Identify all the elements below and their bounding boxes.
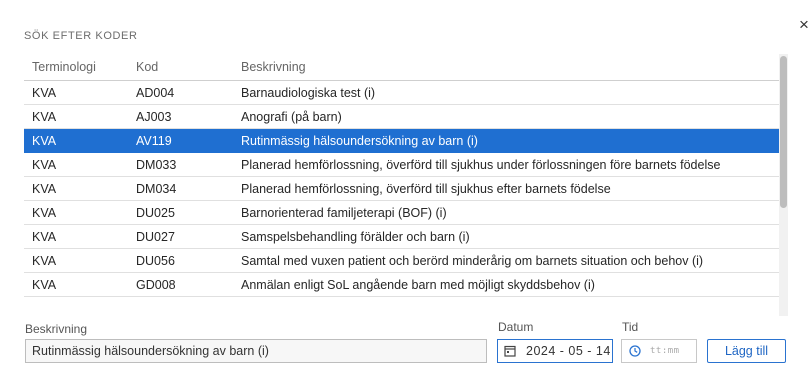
column-header-terminologi[interactable]: Terminologi bbox=[24, 60, 135, 74]
cell-terminologi: KVA bbox=[32, 181, 57, 196]
table-row[interactable]: KVA DU056 Samtal med vuxen patient och ber… bbox=[24, 249, 779, 273]
cell-beskrivning: Rutinmässig hälsoundersökning av barn (i… bbox=[241, 133, 478, 148]
cell-beskrivning: Barnorienterad familjeterapi (BOF) (i) bbox=[241, 205, 447, 220]
cell-kod: AJ003 bbox=[136, 109, 172, 124]
cell-terminologi: KVA bbox=[32, 157, 57, 172]
cell-kod: DM033 bbox=[136, 157, 177, 172]
cell-beskrivning: Planerad hemförlossning, överförd till s… bbox=[241, 181, 611, 196]
cell-beskrivning: Samtal med vuxen patient och berörd mind… bbox=[241, 253, 704, 268]
cell-terminologi: KVA bbox=[32, 109, 57, 124]
cell-terminologi: KVA bbox=[32, 85, 57, 100]
calendar-icon[interactable] bbox=[504, 345, 516, 357]
column-header-beskrivning[interactable]: Beskrivning bbox=[241, 60, 779, 74]
table-row[interactable]: KVA AJ003 Anografi (på barn) bbox=[24, 105, 779, 129]
cell-kod: DU056 bbox=[136, 253, 175, 268]
cell-kod: AD004 bbox=[136, 85, 175, 100]
time-field[interactable]: tt:mm bbox=[621, 339, 697, 363]
cell-terminologi: KVA bbox=[32, 205, 57, 220]
cell-beskrivning: Samspelsbehandling förälder och barn (i) bbox=[241, 229, 470, 244]
table-row[interactable]: KVA GD008 Anmälan enligt SoL angående barn… bbox=[24, 273, 779, 297]
table-row[interactable]: KVA AV119 Rutinmässig hälsoundersökning av… bbox=[24, 129, 779, 153]
description-label: Beskrivning bbox=[25, 322, 88, 336]
description-field[interactable]: Rutinmässig hälsoundersökning av barn (i… bbox=[25, 339, 487, 363]
cell-kod: AV119 bbox=[136, 133, 172, 148]
codes-table: Terminologi Kod Beskrivning KVA AD004 Barn… bbox=[24, 54, 779, 297]
table-row[interactable]: KVA DM034 Planerad hemförlossning, överför… bbox=[24, 177, 779, 201]
date-label: Datum bbox=[498, 320, 534, 334]
cell-terminologi: KVA bbox=[32, 133, 57, 148]
scrollbar-thumb[interactable] bbox=[780, 56, 787, 208]
table-row[interactable]: KVA AD004 Barnaudiologiska test (i) bbox=[24, 81, 779, 105]
cell-terminologi: KVA bbox=[32, 229, 57, 244]
table-row[interactable]: KVA DU027 Samspelsbehandling förälder och … bbox=[24, 225, 779, 249]
table-row[interactable]: KVA DM033 Planerad hemförlossning, överför… bbox=[24, 153, 779, 177]
table-header: Terminologi Kod Beskrivning bbox=[24, 54, 779, 81]
time-label: Tid bbox=[622, 320, 639, 334]
table-row[interactable]: KVA DU025 Barnorienterad familjeterapi (BO… bbox=[24, 201, 779, 225]
cell-beskrivning: Planerad hemförlossning, överförd till s… bbox=[241, 157, 721, 172]
cell-beskrivning: Anmälan enligt SoL angående barn med möj… bbox=[241, 277, 595, 292]
cell-kod: DM034 bbox=[136, 181, 177, 196]
cell-terminologi: KVA bbox=[32, 253, 57, 268]
time-placeholder: tt:mm bbox=[650, 346, 680, 356]
cell-beskrivning: Anografi (på barn) bbox=[241, 109, 342, 124]
cell-kod: GD008 bbox=[136, 277, 176, 292]
cell-beskrivning: Barnaudiologiska test (i) bbox=[241, 85, 376, 100]
cell-kod: DU027 bbox=[136, 229, 175, 244]
cell-terminologi: KVA bbox=[32, 277, 57, 292]
code-search-dialog: × SÖK EFTER KODER Terminologi Kod Beskri… bbox=[0, 0, 811, 380]
column-header-kod[interactable]: Kod bbox=[135, 60, 241, 74]
date-value: 2024 - 05 - 14 bbox=[526, 344, 611, 358]
clock-icon[interactable] bbox=[629, 345, 641, 357]
cell-kod: DU025 bbox=[136, 205, 175, 220]
add-button[interactable]: Lägg till bbox=[707, 339, 786, 363]
dialog-heading: SÖK EFTER KODER bbox=[24, 30, 138, 42]
close-icon[interactable]: × bbox=[797, 16, 811, 34]
table-body: KVA AD004 Barnaudiologiska test (i) KVA AJ00… bbox=[24, 81, 779, 297]
date-field[interactable]: 2024 - 05 - 14 bbox=[497, 339, 613, 363]
